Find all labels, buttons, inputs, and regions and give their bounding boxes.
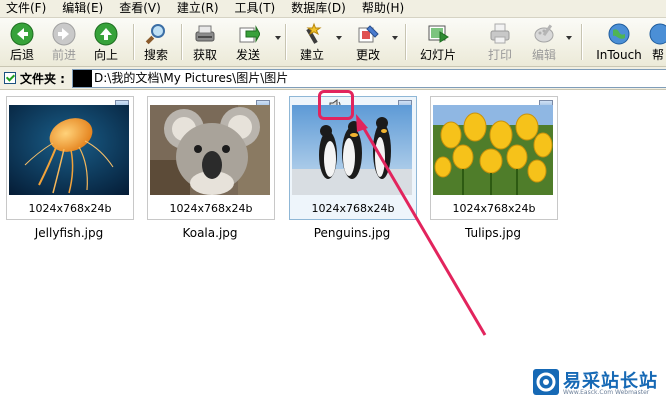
annotation-arrow: [356, 114, 487, 336]
watermark-subtitle: Www.Easck.Com Webmaster: [563, 389, 650, 396]
watermark-logo-icon: [533, 369, 559, 395]
watermark: 易采站长站 Www.Easck.Com Webmaster: [531, 365, 666, 401]
